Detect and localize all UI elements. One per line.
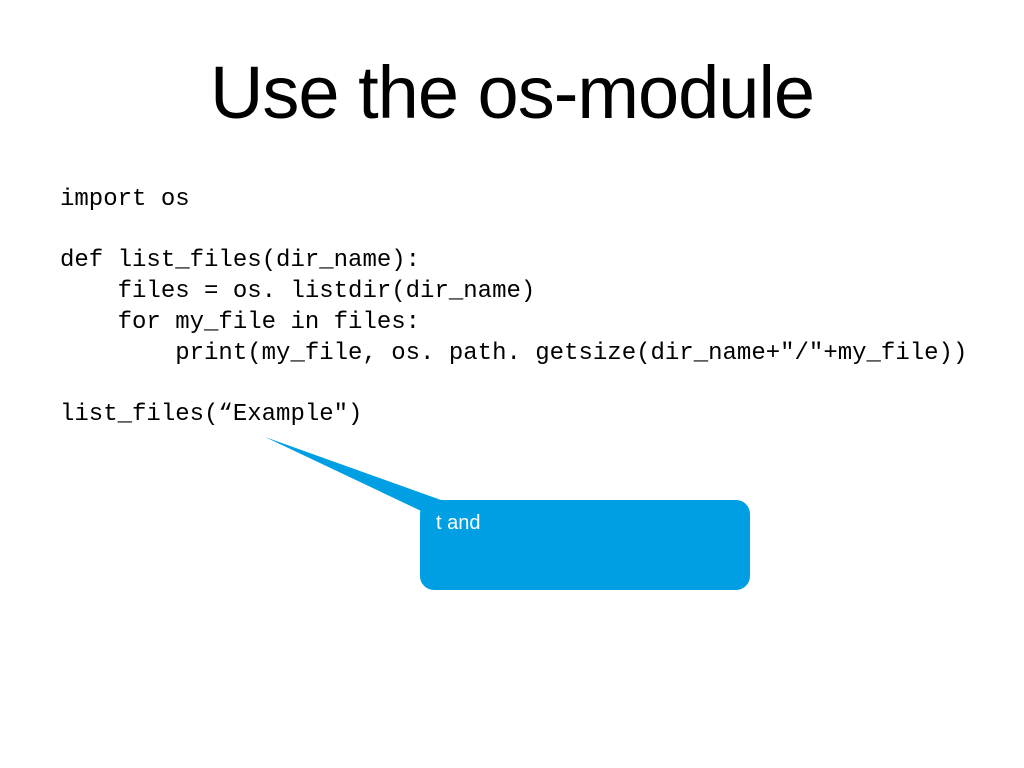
code-line: import os bbox=[60, 186, 190, 213]
slide-title: Use the os-module bbox=[60, 50, 964, 135]
callout-text: t and bbox=[436, 512, 480, 534]
slide: Use the os-module import os def list_fil… bbox=[0, 0, 1024, 768]
code-line: print(my_file, os. path. getsize(dir_nam… bbox=[60, 340, 967, 367]
code-line: def list_files(dir_name): bbox=[60, 247, 420, 274]
callout-box: t and bbox=[420, 500, 750, 590]
code-line: files = os. listdir(dir_name) bbox=[60, 278, 535, 305]
code-block: import os def list_files(dir_name): file… bbox=[60, 185, 964, 431]
code-line: for my_file in files: bbox=[60, 309, 420, 336]
code-line: list_files(“Example") bbox=[60, 401, 362, 428]
